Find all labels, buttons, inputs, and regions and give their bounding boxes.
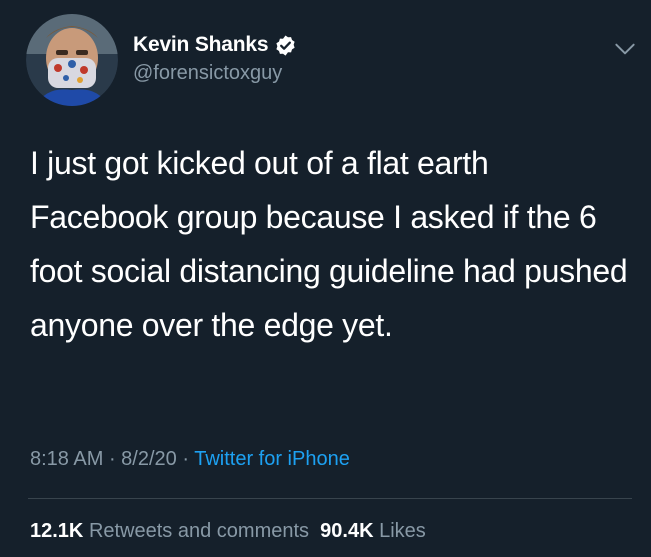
author-names: Kevin Shanks @forensictoxguy <box>133 30 297 85</box>
avatar[interactable] <box>26 14 118 106</box>
tweet-header: Kevin Shanks @forensictoxguy <box>26 14 636 106</box>
display-name[interactable]: Kevin Shanks <box>133 33 269 57</box>
likes-stat[interactable]: 90.4K Likes <box>320 520 426 542</box>
chevron-down-icon[interactable] <box>612 36 638 62</box>
tweet-meta: 8:18 AM · 8/2/20 · Twitter for iPhone <box>30 448 350 471</box>
tweet-stats: 12.1K Retweets and comments 90.4K Likes <box>30 520 426 543</box>
retweets-count: 12.1K <box>30 520 84 542</box>
avatar-photo-icon <box>26 14 118 106</box>
tweet-date: 8/2/20 <box>121 448 177 470</box>
retweets-stat[interactable]: 12.1K Retweets and comments <box>30 520 309 542</box>
likes-label: Likes <box>379 520 426 542</box>
divider <box>28 498 632 499</box>
retweets-label: Retweets and comments <box>88 520 310 542</box>
display-name-row: Kevin Shanks <box>133 30 297 60</box>
author-handle[interactable]: @forensictoxguy <box>133 62 297 85</box>
tweet-card: Kevin Shanks @forensictoxguy I just got … <box>0 0 651 557</box>
tweet-time: 8:18 AM <box>30 448 104 470</box>
meta-separator: · <box>176 448 195 470</box>
tweet-text: I just got kicked out of a flat earth Fa… <box>30 145 628 343</box>
likes-count: 90.4K <box>320 520 374 542</box>
tweet-source-link[interactable]: Twitter for iPhone <box>194 448 350 470</box>
verified-badge-icon <box>276 34 295 56</box>
meta-separator: · <box>103 448 122 470</box>
